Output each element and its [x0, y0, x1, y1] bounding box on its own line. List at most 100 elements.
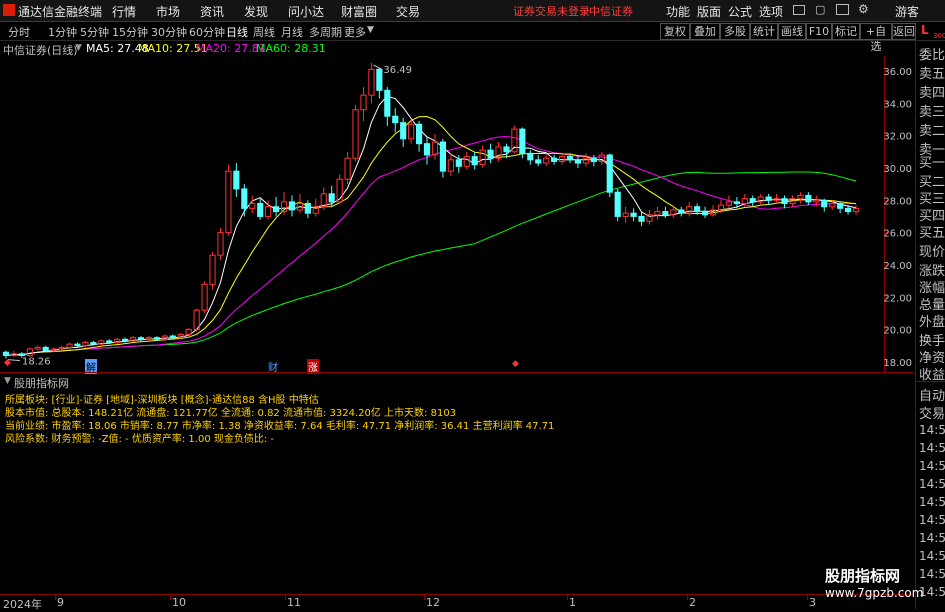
chevron-down-icon[interactable]: ▼	[367, 25, 374, 35]
kline-chart[interactable]: 36.00 34.00 32.00 30.00 28.00 26.00 24.00 22.00…	[0, 56, 914, 372]
rp-trade[interactable]: 交易	[919, 403, 945, 422]
menu-quotes[interactable]: 行情	[112, 3, 136, 20]
multi-stock-button[interactable]: 多股	[720, 23, 750, 40]
candle-up	[559, 153, 566, 165]
candle-up	[201, 281, 208, 314]
price-label: 18.00	[883, 358, 912, 369]
period-60min[interactable]: 60分钟	[189, 24, 225, 40]
f10-button[interactable]: F10	[806, 23, 832, 40]
menu-news[interactable]: 资讯	[200, 3, 224, 20]
period-30min[interactable]: 30分钟	[151, 24, 187, 40]
candle-up	[852, 205, 860, 215]
candle-body	[145, 337, 153, 340]
restore-rights-button[interactable]: 复权	[660, 23, 690, 40]
candle-body	[678, 209, 685, 214]
dividend-marker-icon[interactable]: ◆	[512, 359, 519, 369]
candle-body	[153, 337, 160, 340]
candle-body	[741, 198, 748, 204]
candle-body	[487, 149, 494, 159]
price-label: 20.00	[883, 326, 912, 337]
candle-body	[821, 199, 828, 208]
candle-body	[527, 152, 534, 161]
period-timeshare[interactable]: 分时	[8, 24, 30, 40]
login-warning[interactable]: 证券交易未登录	[513, 3, 590, 19]
candle-body	[829, 202, 836, 208]
indicator-title[interactable]: 股朋指标网	[14, 375, 69, 391]
candle-up	[209, 251, 216, 290]
menu-wealth[interactable]: 财富圈	[341, 3, 377, 20]
rp-mode[interactable]: 自动	[919, 385, 945, 404]
settings-icon[interactable]: ⚙	[858, 2, 869, 16]
price-label: 22.00	[883, 293, 912, 304]
period-1min[interactable]: 1分钟	[48, 24, 77, 40]
candle-down	[662, 206, 669, 219]
legend-toggle-icon[interactable]: ▼	[75, 43, 82, 53]
period-15min[interactable]: 15分钟	[112, 24, 148, 40]
menu-functions[interactable]: 功能	[666, 3, 690, 20]
indicator-panel: ▼ 股朋指标网 所属板块: [行业]-证券 [地域]-深圳板块 [概念]-通达信…	[0, 372, 914, 595]
candle-up	[598, 151, 605, 165]
period-more[interactable]: 更多	[344, 24, 366, 40]
overlay-button[interactable]: 叠加	[690, 23, 720, 40]
candle-down	[749, 195, 756, 207]
candle-up	[360, 87, 367, 122]
candle-up	[447, 153, 454, 177]
date-tick	[424, 595, 425, 600]
candle-body	[249, 202, 256, 209]
ma20-path	[5, 136, 857, 356]
menu-layout[interactable]: 版面	[697, 3, 721, 20]
candle-up	[280, 192, 288, 215]
mark-button[interactable]: 标记	[832, 23, 860, 40]
candle-up	[185, 327, 192, 337]
app-title: 通达信金融终端	[18, 5, 103, 19]
broker-name[interactable]: 中信证券	[589, 3, 633, 19]
stats-button[interactable]: 统计	[750, 23, 778, 40]
candle-body	[217, 232, 224, 256]
period-multi[interactable]: 多周期	[309, 24, 342, 40]
guest-label[interactable]: 游客	[895, 3, 919, 20]
candle-body	[304, 202, 311, 214]
period-5min[interactable]: 5分钟	[80, 24, 109, 40]
menu-trade[interactable]: 交易	[396, 3, 420, 20]
menu-options[interactable]: 选项	[759, 3, 783, 20]
message-icon[interactable]	[836, 4, 849, 15]
ma5-path	[5, 95, 857, 356]
candle-body	[82, 342, 89, 347]
draw-line-button[interactable]: 画线	[778, 23, 806, 40]
candle-down	[416, 121, 423, 152]
candle-body	[566, 156, 574, 161]
window-mode-icon[interactable]	[793, 5, 805, 15]
add-favorite-button[interactable]: +自选	[860, 23, 892, 53]
period-monthly[interactable]: 月线	[281, 24, 303, 40]
candle-body	[18, 353, 25, 356]
menu-market[interactable]: 市场	[156, 3, 180, 20]
date-label-jan: 1	[569, 596, 576, 609]
candle-body	[781, 198, 788, 204]
date-axis: 2024年 9 10 11 12 1 2 3	[0, 594, 914, 611]
period-daily[interactable]: 日线	[226, 24, 248, 40]
candle-body	[479, 149, 486, 166]
date-tick	[170, 595, 171, 600]
indicator-toggle-icon[interactable]: ▼	[4, 376, 11, 386]
back-button[interactable]: 返回	[892, 23, 916, 40]
candle-up	[98, 339, 105, 346]
candle-down	[630, 208, 637, 222]
candle-body	[463, 156, 470, 167]
candle-body	[201, 283, 208, 311]
period-weekly[interactable]: 周线	[253, 24, 275, 40]
candle-body	[392, 115, 399, 124]
menu-ask[interactable]: 问小达	[288, 3, 324, 20]
candle-body	[543, 157, 550, 164]
candle-body	[606, 154, 613, 193]
candle-down	[535, 154, 542, 167]
candle-down	[765, 193, 772, 206]
price-label: 34.00	[883, 99, 912, 110]
candle-body	[725, 201, 732, 206]
candle-body	[765, 196, 772, 201]
candle-body	[805, 194, 812, 203]
candle-up	[249, 195, 256, 214]
shirt-icon[interactable]: ▢	[815, 3, 825, 16]
menu-discover[interactable]: 发现	[244, 3, 268, 20]
menu-formula[interactable]: 公式	[728, 3, 752, 20]
candle-body	[408, 123, 415, 140]
